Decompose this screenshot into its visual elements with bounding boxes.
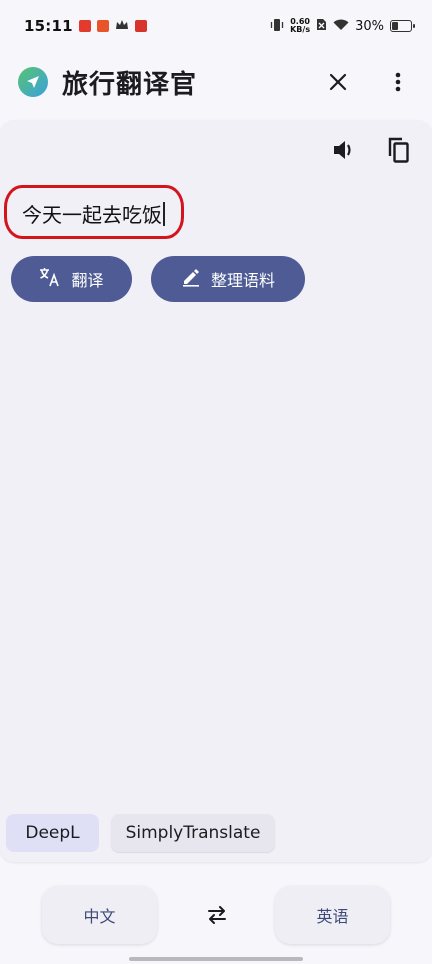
source-text-input[interactable]: 今天一起去吃饭 [22, 199, 165, 228]
source-text-value: 今天一起去吃饭 [22, 203, 162, 227]
status-left: 15:11 [24, 17, 147, 35]
app-bar: 旅行翻译官 [0, 52, 432, 112]
engine-chip-label: SimplyTranslate [125, 823, 261, 843]
translate-icon [39, 267, 61, 291]
text-caret [163, 202, 165, 226]
target-language-label: 英语 [316, 907, 349, 926]
edit-icon [181, 267, 201, 291]
organize-corpus-button[interactable]: 整理语料 [151, 256, 305, 302]
target-language-button[interactable]: 英语 [275, 886, 390, 944]
translate-button[interactable]: 翻译 [11, 256, 132, 302]
volume-icon[interactable] [328, 134, 360, 166]
battery-icon [390, 20, 415, 32]
home-indicator[interactable] [129, 957, 303, 961]
card-tools [328, 134, 414, 166]
more-vert-icon[interactable] [382, 66, 414, 98]
crown-icon [115, 17, 129, 35]
source-language-label: 中文 [83, 907, 116, 926]
engine-chip-simplytranslate[interactable]: SimplyTranslate [111, 814, 275, 852]
engine-chip-label: DeepL [25, 823, 80, 843]
notification-app-icon [78, 20, 91, 32]
status-bar: 15:11 0.60 KB/s 30% [0, 0, 432, 52]
app-title: 旅行翻译官 [62, 69, 198, 100]
wifi-icon [333, 19, 349, 34]
status-time: 15:11 [24, 17, 73, 35]
no-sim-icon [316, 18, 327, 34]
source-language-button[interactable]: 中文 [42, 886, 157, 944]
close-icon[interactable] [322, 66, 354, 98]
swap-icon[interactable] [200, 898, 234, 932]
app-actions [322, 66, 414, 98]
net-speed: 0.60 KB/s [290, 18, 310, 34]
translate-label: 翻译 [71, 271, 104, 290]
notification-app-icon [96, 20, 109, 32]
translation-card: 今天一起去吃饭 翻译 整理语料 DeepL SimplyTranslate [0, 120, 432, 862]
vibrate-icon [270, 18, 284, 35]
battery-percent: 30% [355, 18, 384, 34]
app-logo-icon [18, 67, 48, 97]
copy-icon[interactable] [382, 134, 414, 166]
net-speed-unit: KB/s [290, 25, 311, 34]
organize-corpus-label: 整理语料 [210, 271, 275, 290]
status-right: 0.60 KB/s 30% [270, 18, 415, 35]
notification-app-icon [134, 20, 147, 32]
engine-chip-deepl[interactable]: DeepL [6, 814, 99, 852]
